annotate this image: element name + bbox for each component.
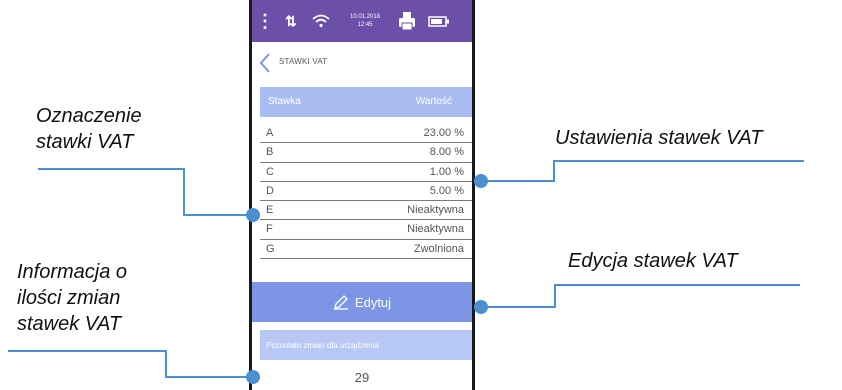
annotation-info-line3: stawek VAT [17,313,122,335]
annotation-edit: Edycja stawek VAT [568,250,738,272]
menu-dots-icon[interactable]: ⋮ [256,0,274,42]
remaining-changes-box: Pozostało zmian dla urządzenia [260,330,472,360]
printer-icon [396,0,418,42]
column-header-rate: Stawka [268,96,301,107]
remaining-changes-label: Pozostało zmian dla urządzenia [266,341,379,350]
annotation-info-line2: ilości zmian [17,287,121,309]
title-bar: STAWKI VAT [252,48,472,78]
status-date: 10.01.2018 [349,14,381,20]
table-header: Stawka Wartość [260,87,472,117]
edit-button-label: Edytuj [354,294,392,310]
column-header-value: Wartość [415,96,452,107]
rate-symbol: B [266,146,274,159]
table-row: B 8.00 % [260,143,472,163]
annotation-line [480,180,555,182]
rate-value: Zwolniona [413,242,464,255]
table-row: C 1.00 % [260,163,472,182]
remaining-changes-count: 29 [354,370,370,385]
battery-icon [426,0,452,42]
annotation-line [183,168,185,216]
back-chevron-icon[interactable] [258,52,274,74]
annotation-line [554,160,804,162]
annotation-line [165,376,253,378]
annotation-line [480,306,556,308]
annotation-dot [246,208,260,222]
annotation-line [553,160,555,182]
annotation-rate-marker-line1: Oznaczenie [36,105,142,127]
annotation-dot [246,370,260,384]
rate-value: 23.00 % [423,127,464,139]
annotation-line [183,214,253,216]
annotation-info-line1: Informacja o [17,261,128,283]
annotation-info: Informacja o ilości zmian stawek VAT [17,259,127,337]
rate-symbol: C [266,165,274,178]
table-row: G Zwolniona [260,240,472,260]
annotation-line [38,168,184,170]
status-bar: ⋮ ⇅ 10.01.2018 12:45 [252,0,472,42]
data-transfer-icon: ⇅ [285,12,297,29]
annotation-line [554,284,556,308]
annotation-settings: Ustawienia stawek VAT [555,127,763,149]
page-title: STAWKI VAT [279,57,328,66]
table-row: D 5.00 % [260,182,472,202]
rate-value: Nieaktywna [407,204,464,217]
table-row: A 23.00 % [260,124,472,144]
wifi-icon [310,0,332,42]
vat-rate-table: A 23.00 % B 8.00 % C 1.00 % D 5.00 % E N… [260,124,472,260]
rate-symbol: G [266,242,275,255]
rate-symbol: F [266,223,273,236]
rate-value: 5.00 % [429,184,464,197]
device-screen: ⋮ ⇅ 10.01.2018 12:45 STAWKI VAT Stawka W… [249,0,475,390]
annotation-dot [474,300,488,314]
rate-value: Nieaktywna [407,223,464,236]
annotation-line [165,350,167,378]
annotation-line [8,350,166,352]
annotation-dot [474,174,488,188]
status-time: 12:45 [357,22,373,28]
pencil-icon [333,295,348,310]
annotation-rate-marker: Oznaczenie stawki VAT [36,103,142,155]
annotation-line [555,284,800,286]
rate-value: 1.00 % [429,165,464,178]
rate-symbol: E [266,204,274,217]
table-row: E Nieaktywna [260,201,472,221]
date-time: 10.01.2018 12:45 [344,0,386,42]
table-row: F Nieaktywna [260,220,472,240]
annotation-rate-marker-line2: stawki VAT [36,131,134,153]
rate-symbol: D [266,184,274,197]
rate-symbol: A [266,127,274,139]
rate-value: 8.00 % [429,146,464,159]
edit-button[interactable]: Edytuj [252,282,472,322]
